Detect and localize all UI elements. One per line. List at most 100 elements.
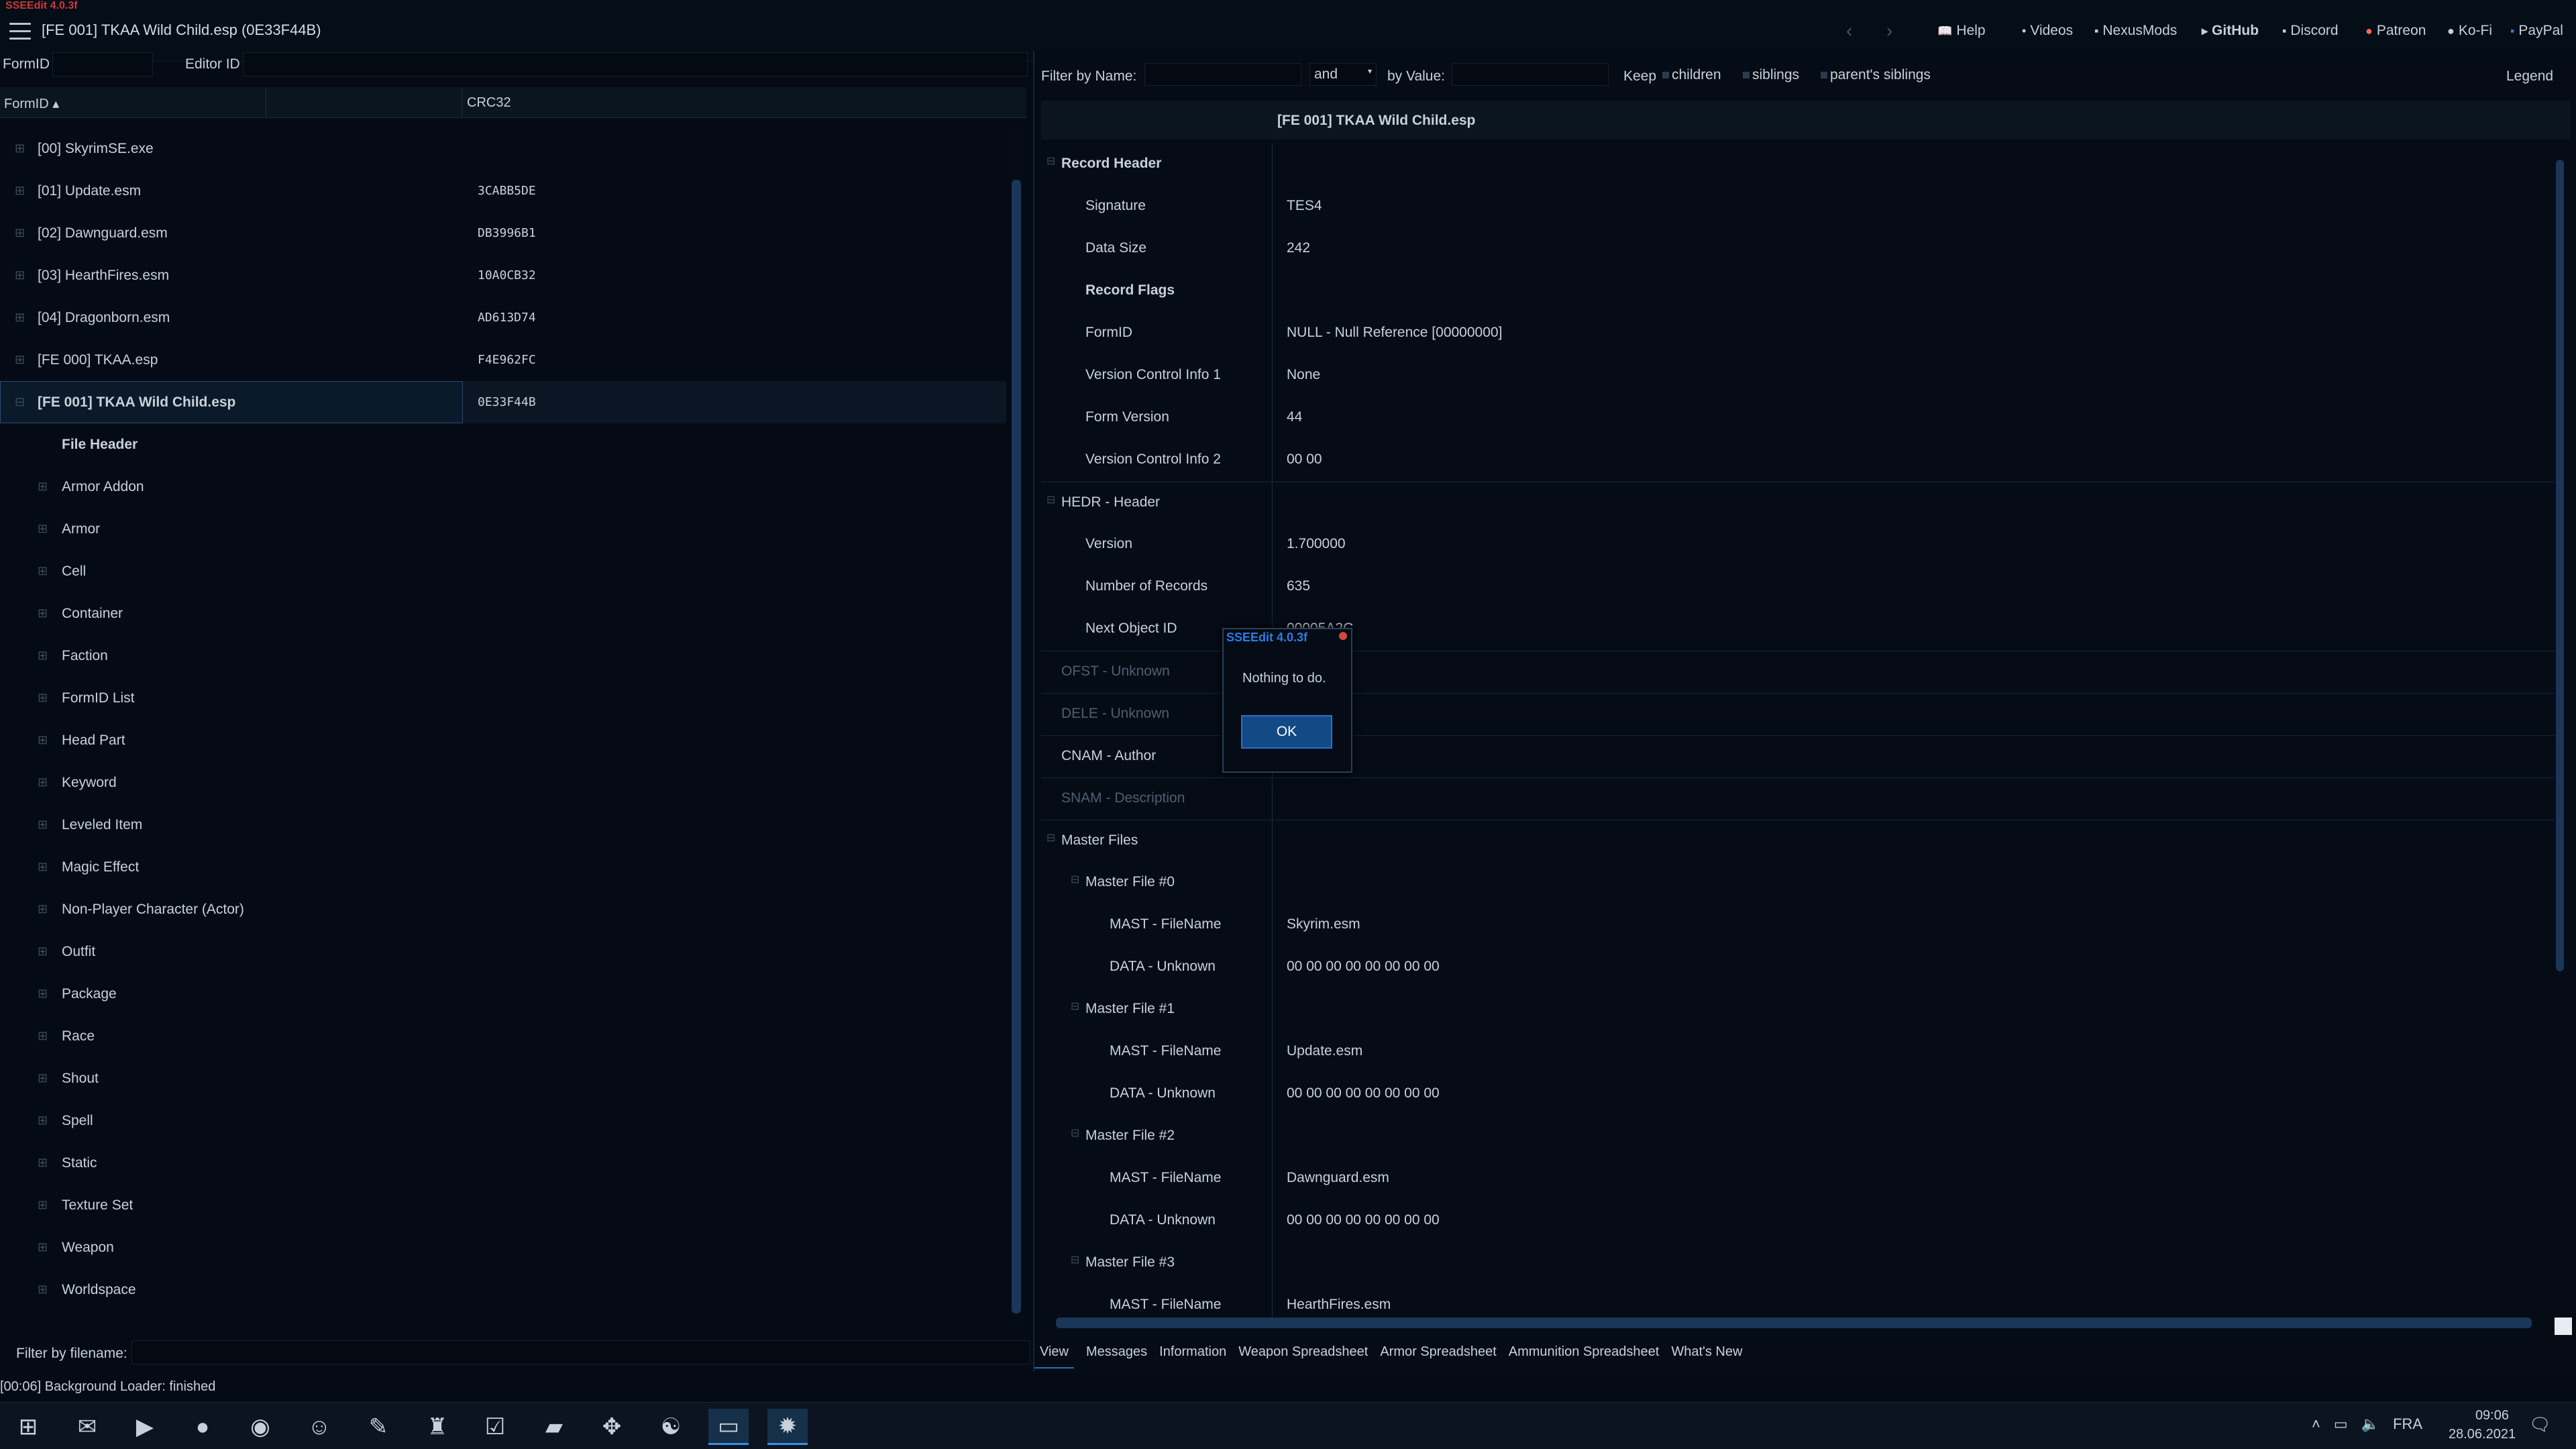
right-scrollbar-thumb[interactable] [2556,160,2564,971]
record-field-value[interactable]: Skyrim.esm [1287,916,1360,932]
column-crc32[interactable]: CRC32 [467,95,511,111]
tree-row-group[interactable]: ⊞ Armor Addon [0,466,1006,508]
record-row[interactable]: Record Flags [1041,270,2557,313]
collapse-icon[interactable]: ⊟ [1046,154,1055,168]
record-row[interactable]: DATA - Unknown 00 00 00 00 00 00 00 00 [1041,947,2557,989]
tab-information[interactable]: Information [1159,1344,1226,1368]
tree-row-plugin[interactable]: ⊞ [01] Update.esm 3CABB5DE [0,170,1006,212]
tree-row-group[interactable]: ⊞ Faction [0,635,1006,677]
tree-row-group[interactable]: ⊞ Weapon [0,1226,1006,1269]
record-row[interactable]: Version 1.700000 [1041,524,2557,566]
tab-armor-spreadsheet[interactable]: Armor Spreadsheet [1380,1344,1496,1368]
filter-by-name-input[interactable] [1144,63,1301,86]
paypal-link[interactable]: ▪ PayPal [2510,23,2563,39]
record-field-value[interactable]: HearthFires.esm [1287,1297,1391,1313]
expand-icon[interactable]: ⊞ [15,268,25,282]
windows-start-icon[interactable]: ⊞ [8,1409,48,1445]
hamburger-menu-icon[interactable] [9,23,31,40]
expand-icon[interactable]: ⊞ [38,606,48,621]
expand-icon[interactable]: ⊞ [38,1114,48,1128]
xedit-app-icon[interactable]: ✹ [767,1409,808,1445]
expand-icon[interactable]: ⊞ [38,522,48,536]
collapse-icon[interactable]: ⊟ [1046,831,1055,845]
discord-link[interactable]: ▪ Discord [2282,23,2339,39]
tree-row-group[interactable]: ⊞ Armor [0,508,1006,550]
left-scrollbar-thumb[interactable] [1012,180,1021,1313]
record-row[interactable]: Version Control Info 2 00 00 [1041,439,2557,482]
expand-icon[interactable]: ⊞ [38,1283,48,1297]
language-indicator[interactable]: FRA [2393,1415,2422,1433]
column-formid[interactable]: FormID ▴ [4,95,59,112]
tree-row-group[interactable]: ⊞ Static [0,1142,1006,1184]
mail-icon[interactable]: ✉ [67,1409,107,1445]
ok-button[interactable]: OK [1241,715,1332,749]
feather-app-icon[interactable]: ✎ [358,1409,398,1445]
tab-messages[interactable]: Messages [1086,1344,1147,1368]
expand-icon[interactable]: ⊞ [38,480,48,494]
legend-button[interactable]: Legend [2506,68,2553,85]
tree-row-plugin[interactable]: ⊞ [03] HearthFires.esm 10A0CB32 [0,254,1006,297]
tab-whats-new[interactable]: What's New [1671,1344,1742,1368]
media-player-icon[interactable]: ▶ [125,1409,165,1445]
record-row[interactable]: MAST - FileName Skyrim.esm [1041,904,2557,947]
tree-row-group[interactable]: ⊞ Magic Effect [0,846,1006,888]
record-row[interactable]: Data Size 242 [1041,228,2557,270]
chat-app-icon[interactable]: ☯ [651,1409,691,1445]
record-row[interactable]: SNAM - Description [1041,777,2557,820]
tab-view[interactable]: View [1034,1344,1074,1368]
expand-icon[interactable]: ⊞ [38,945,48,959]
tree-row-plugin[interactable]: ⊞ [FE 000] TKAA.esp F4E962FC [0,339,1006,381]
record-field-value[interactable]: 00 00 [1287,451,1322,468]
collapse-icon[interactable]: ⊟ [1046,493,1055,506]
tab-ammunition-spreadsheet[interactable]: Ammunition Spreadsheet [1509,1344,1660,1368]
expand-icon[interactable]: ⊞ [38,1156,48,1170]
patreon-link[interactable]: ● Patreon [2365,23,2426,39]
tree-row-group[interactable]: ⊞ Head Part [0,719,1006,761]
record-row[interactable]: Number of Records 635 [1041,566,2557,608]
helmet-app-icon[interactable]: ♜ [417,1409,458,1445]
record-row[interactable]: MAST - FileName Dawnguard.esm [1041,1158,2557,1200]
keep-children-checkbox[interactable]: children [1662,67,1721,83]
record-field-value[interactable]: 635 [1287,578,1310,594]
expand-icon[interactable]: ⊞ [38,987,48,1001]
expand-icon[interactable]: ⊞ [38,649,48,663]
horizontal-scrollbar-thumb[interactable] [1056,1318,2532,1328]
back-arrow-icon[interactable]: ‹ [1846,20,1852,42]
expand-icon[interactable]: ⊞ [15,184,25,198]
record-row[interactable]: Version Control Info 1 None [1041,355,2557,397]
editorid-input[interactable] [243,52,1028,76]
record-field-value[interactable]: 00 00 00 00 00 00 00 00 [1287,959,1440,975]
gamepad-icon[interactable]: ✥ [592,1409,632,1445]
record-field-value[interactable]: 00 00 00 00 00 00 00 00 [1287,1212,1440,1228]
volume-icon[interactable]: 🔈 [2361,1415,2379,1433]
tree-row-group[interactable]: ⊞ Container [0,592,1006,635]
expand-icon[interactable]: ⊞ [38,691,48,705]
tree-row-plugin[interactable]: ⊞ [02] Dawnguard.esm DB3996B1 [0,212,1006,254]
tree-row-group[interactable]: ⊞ Worldspace [0,1269,1006,1311]
record-field-value[interactable]: 00 00 00 00 00 00 00 00 [1287,1085,1440,1102]
tree-row-group[interactable]: ⊞ Shout [0,1057,1006,1099]
filter-by-value-input[interactable] [1452,63,1609,86]
tree-row-group[interactable]: ⊞ Texture Set [0,1184,1006,1226]
collapse-icon[interactable]: ⊟ [1071,1000,1079,1013]
record-field-value[interactable]: None [1287,367,1320,383]
record-row[interactable]: DATA - Unknown 00 00 00 00 00 00 00 00 [1041,1200,2557,1242]
expand-icon[interactable]: ⊞ [38,733,48,747]
record-field-value[interactable]: Update.esm [1287,1043,1362,1059]
file-explorer-icon[interactable]: ▰ [534,1409,574,1445]
record-row[interactable]: Signature TES4 [1041,186,2557,228]
record-row[interactable]: Form Version 44 [1041,397,2557,439]
chevron-up-icon[interactable]: ˄ [2312,1415,2320,1433]
tree-row-group[interactable]: ⊞ Spell [0,1099,1006,1142]
record-row[interactable]: DATA - Unknown 00 00 00 00 00 00 00 00 [1041,1073,2557,1116]
tree-row-group[interactable]: ⊞ FormID List [0,677,1006,719]
record-field-value[interactable]: TES4 [1287,198,1322,214]
tree-row-group[interactable]: ⊞ Race [0,1015,1006,1057]
videos-link[interactable]: • Videos [2022,23,2073,39]
network-icon[interactable]: ▭ [2334,1415,2348,1433]
expand-icon[interactable]: ⊞ [15,226,25,240]
nexusmods-link[interactable]: ▪ NexusMods [2094,23,2177,39]
record-field-value[interactable]: 1.700000 [1287,536,1346,552]
github-link[interactable]: ▸ GitHub [2202,23,2259,39]
record-row[interactable]: ⊟ Record Header [1041,144,2557,186]
